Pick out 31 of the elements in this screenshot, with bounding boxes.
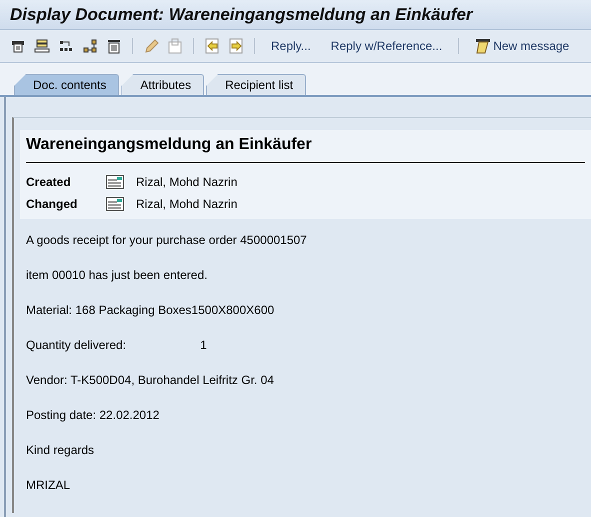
message-line: Vendor: T-K500D04, Burohandel Leifritz Gr. 04	[26, 373, 274, 389]
previous-document-icon[interactable]	[204, 38, 220, 54]
message-line: A goods receipt for your purchase order 4500001507	[26, 233, 307, 249]
stack-icon[interactable]	[34, 38, 50, 54]
user-name: Rizal, Mohd Nazrin	[136, 197, 238, 211]
hierarchy-icon[interactable]	[58, 38, 74, 54]
clipboard-icon[interactable]	[167, 38, 183, 54]
toolbar-button[interactable]: Reply w/Reference...	[324, 39, 448, 53]
tab[interactable]: Doc. contents	[14, 74, 120, 95]
toolbar-button[interactable]: Reply...	[265, 39, 317, 53]
document-title: Wareneingangsmeldung an Einkäufer	[26, 136, 585, 163]
next-document-icon[interactable]	[228, 38, 244, 54]
message-line: MRIZAL	[26, 478, 70, 494]
user-card-icon	[106, 197, 124, 211]
window-title: Display Document: Wareneingangsmeldung an Einkäufer	[0, 0, 591, 30]
message-line: Kind regards	[26, 443, 94, 459]
tab[interactable]: Recipient list	[206, 74, 306, 95]
meta-label: Created	[26, 175, 72, 189]
toolbar-button[interactable]: New message	[469, 38, 576, 54]
message-line: Material: 168 Packaging Boxes1500X800X600	[26, 303, 274, 319]
tab[interactable]: Attributes	[121, 74, 204, 95]
meta-label: Changed	[26, 197, 78, 211]
message-line: Posting date: 22.02.2012	[26, 408, 160, 424]
message-value: 1	[200, 338, 207, 354]
hierarchy-icon[interactable]	[82, 38, 98, 54]
user-name: Rizal, Mohd Nazrin	[136, 175, 238, 189]
user-card-icon	[106, 175, 124, 189]
message-line: item 00010 has just been entered.	[26, 268, 208, 284]
message-line: Quantity delivered:	[26, 338, 126, 354]
printer-icon[interactable]	[10, 38, 26, 54]
trash-icon[interactable]	[106, 38, 122, 54]
